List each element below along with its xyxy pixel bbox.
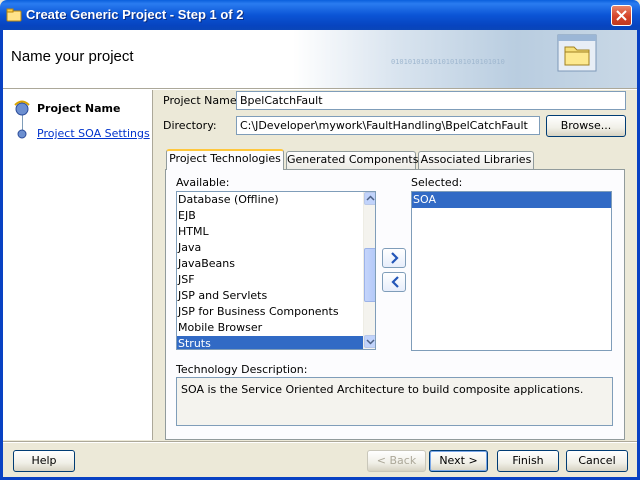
binary-decoration: 010101010101010101010101010	[391, 58, 505, 66]
chevron-down-icon	[366, 339, 375, 345]
list-item[interactable]: JavaBeans	[177, 256, 363, 272]
tab-associated-libraries[interactable]: Associated Libraries	[418, 151, 534, 169]
scroll-down-button[interactable]	[364, 335, 375, 348]
tab-generated-components[interactable]: Generated Components	[286, 151, 418, 169]
wizard-steps: Project Name Project SOA Settings	[3, 90, 153, 440]
window-title: Create Generic Project - Step 1 of 2	[26, 7, 244, 22]
project-name-input[interactable]: BpelCatchFault	[236, 91, 626, 110]
list-item[interactable]: HTML	[177, 224, 363, 240]
add-to-selected-button[interactable]	[382, 248, 406, 268]
directory-input[interactable]: C:\JDeveloper\mywork\FaultHandling\BpelC…	[236, 116, 540, 135]
step-dot-icon	[17, 129, 27, 142]
list-item[interactable]: Java	[177, 240, 363, 256]
list-item[interactable]: Mobile Browser	[177, 320, 363, 336]
footer-divider	[3, 441, 637, 443]
page-title: Name your project	[11, 48, 134, 65]
finish-button[interactable]: Finish	[497, 450, 559, 472]
technology-description-box: SOA is the Service Oriented Architecture…	[176, 377, 613, 426]
list-item[interactable]: JSP and Servlets	[177, 288, 363, 304]
directory-label: Directory:	[163, 119, 217, 132]
chevron-left-icon	[391, 276, 399, 288]
project-name-label: Project Name:	[163, 94, 241, 107]
selected-label: Selected:	[411, 176, 463, 189]
tab-project-technologies[interactable]: Project Technologies	[166, 149, 284, 170]
list-item[interactable]: SOA	[412, 192, 611, 208]
list-item[interactable]: Struts	[177, 336, 363, 349]
close-icon	[616, 10, 627, 21]
scroll-up-button[interactable]	[364, 192, 375, 205]
next-button[interactable]: Next >	[429, 450, 488, 472]
scroll-thumb[interactable]	[364, 248, 375, 302]
browse-button[interactable]: Browse...	[546, 115, 626, 137]
current-step-icon	[13, 99, 33, 120]
technology-description-label: Technology Description:	[176, 363, 308, 376]
step-label: Project SOA Settings	[37, 127, 150, 140]
cancel-button[interactable]: Cancel	[566, 450, 628, 472]
available-scrollbar[interactable]	[363, 192, 375, 349]
close-button[interactable]	[611, 5, 632, 26]
list-item[interactable]: Database (Offline)	[177, 192, 363, 208]
selected-list[interactable]: SOA	[411, 191, 612, 351]
wizard-header: 010101010101010101010101010 Name your pr…	[3, 30, 637, 88]
chevron-up-icon	[366, 195, 375, 201]
folder-icon	[555, 33, 599, 73]
available-list[interactable]: Database (Offline) EJB HTML Java JavaBeans JS…	[176, 191, 376, 350]
remove-from-selected-button[interactable]	[382, 272, 406, 292]
app-icon	[6, 7, 22, 23]
list-item[interactable]: JSF	[177, 272, 363, 288]
chevron-right-icon	[391, 252, 399, 264]
list-item[interactable]: EJB	[177, 208, 363, 224]
list-item[interactable]: JSP for Business Components	[177, 304, 363, 320]
available-label: Available:	[176, 176, 230, 189]
title-bar[interactable]: Create Generic Project - Step 1 of 2	[0, 0, 640, 30]
step-label: Project Name	[37, 102, 121, 115]
help-button[interactable]: Help	[13, 450, 75, 472]
back-button[interactable]: < Back	[367, 450, 426, 472]
